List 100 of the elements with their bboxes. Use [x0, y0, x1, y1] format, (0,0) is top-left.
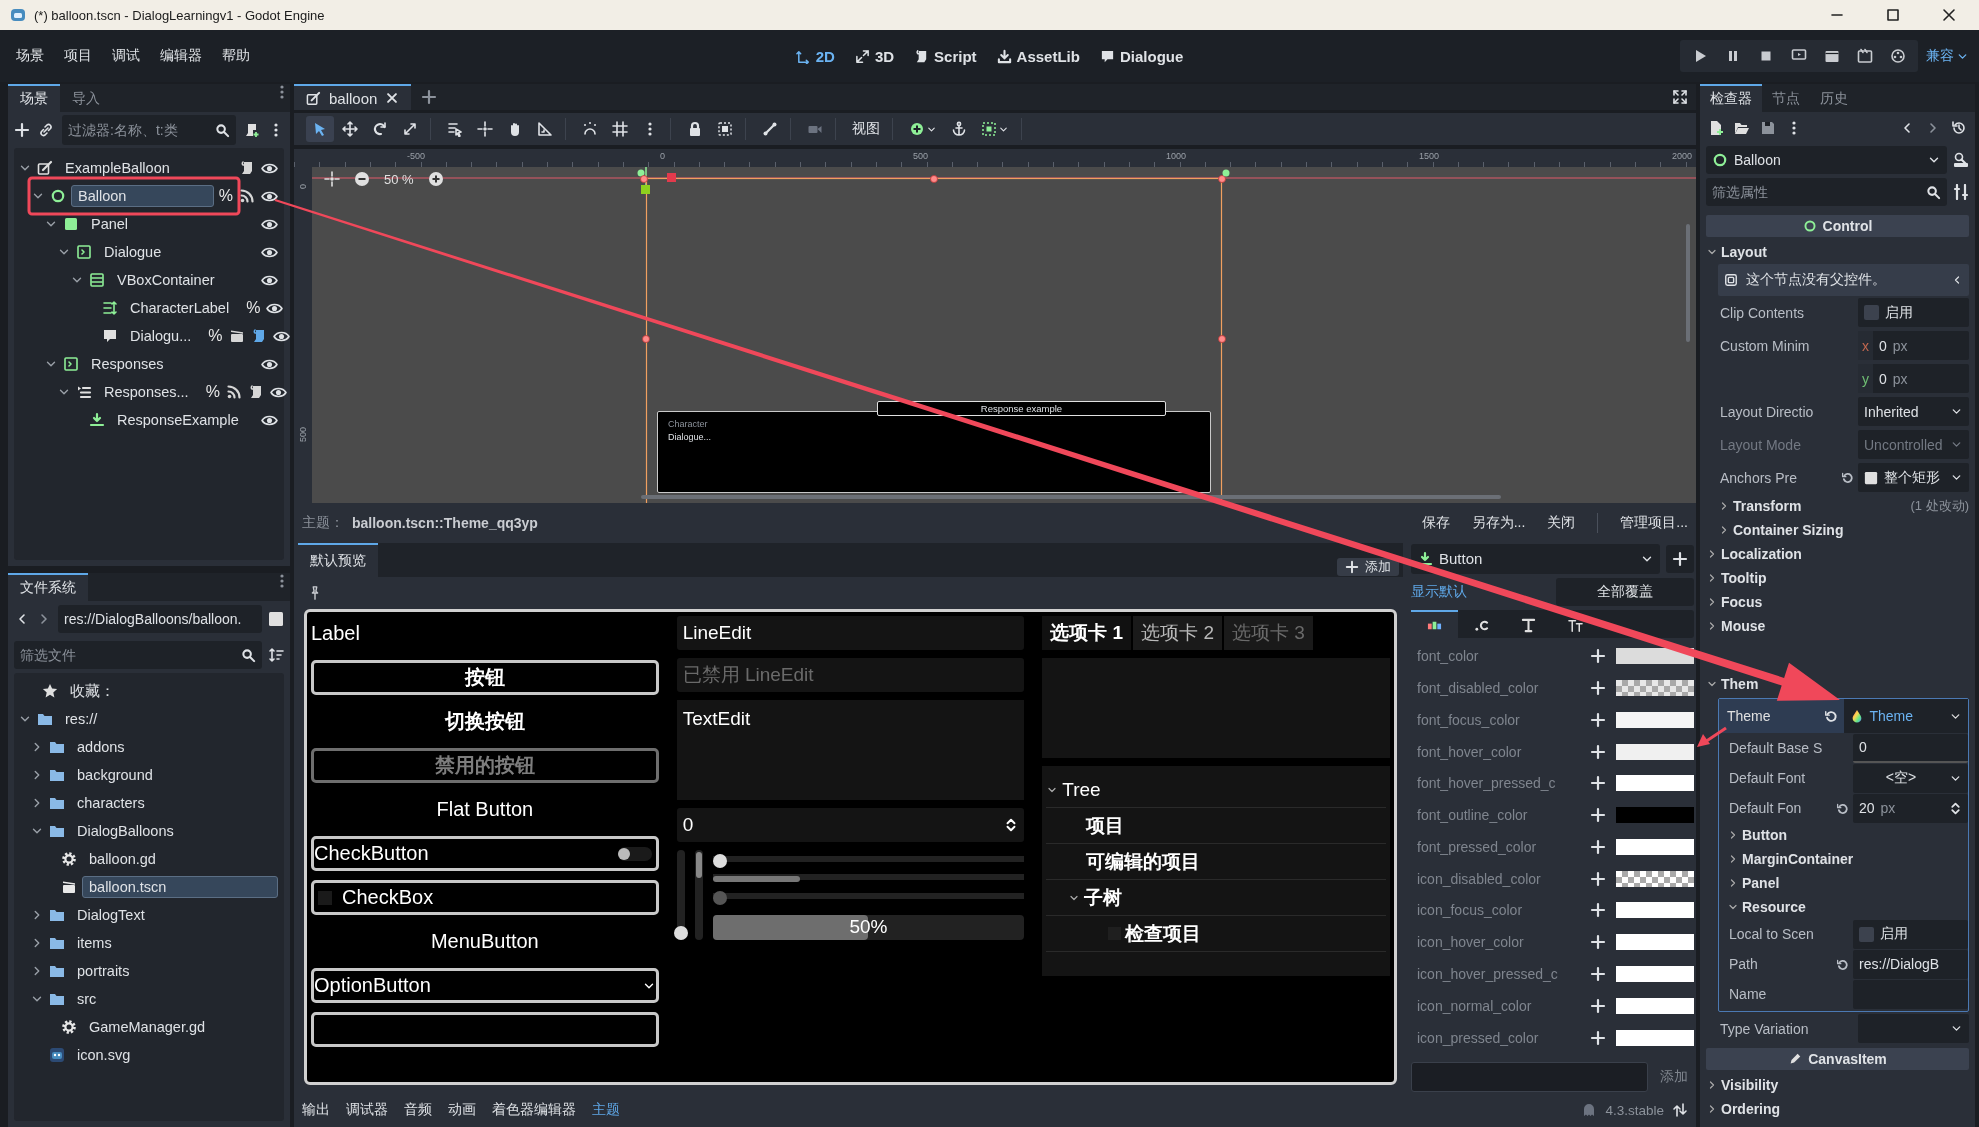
check-button[interactable]: CheckButton	[311, 836, 659, 871]
dock-tab[interactable]: 检查器	[1700, 84, 1762, 112]
preview-tab[interactable]: 默认预览	[298, 543, 378, 577]
add-preview-button[interactable]: 添加	[1337, 558, 1399, 576]
bottom-panel-tab[interactable]: 着色器编辑器	[492, 1101, 576, 1119]
unique-name-marker[interactable]: %	[218, 187, 233, 205]
node-label[interactable]: Dialogue	[97, 241, 169, 263]
section-header[interactable]: Container Sizing	[1706, 518, 1969, 542]
toolbar-link[interactable]: 保存	[1421, 514, 1450, 532]
workspace-button[interactable]: Script	[914, 47, 977, 65]
menu-item[interactable]: 帮助	[214, 43, 258, 69]
node-label[interactable]: Balloon	[71, 185, 214, 207]
bottom-panel-tab[interactable]: 调试器	[346, 1101, 388, 1119]
tree-item[interactable]: 子树	[1084, 884, 1123, 911]
bottom-panel-tab[interactable]: 音频	[404, 1101, 432, 1119]
unique-name-marker[interactable]: %	[208, 327, 223, 345]
section-header[interactable]: Localization	[1706, 542, 1802, 566]
number-field[interactable]: y 0 px	[1858, 364, 1969, 393]
section-header[interactable]: Tooltip	[1706, 566, 1767, 590]
tree-item[interactable]: 项目	[1086, 812, 1125, 839]
file-name[interactable]: src	[70, 988, 104, 1010]
dock-tab[interactable]: 场景	[8, 84, 60, 112]
menu-item[interactable]: 项目	[56, 43, 100, 69]
unique-name-marker[interactable]: %	[246, 299, 261, 317]
file-name[interactable]: DialogBalloons	[70, 820, 181, 842]
node-label[interactable]: Panel	[84, 213, 136, 235]
preview-tab[interactable]: 选项卡 1	[1042, 616, 1132, 650]
path-field[interactable]: res://DialogBalloons/balloon.	[58, 605, 262, 633]
dock-tab[interactable]: 文件系统	[8, 573, 88, 601]
dropdown[interactable]: <空>	[1853, 763, 1968, 793]
file-name[interactable]: balloon.gd	[82, 848, 163, 870]
option-button[interactable]: OptionButton	[311, 968, 659, 1003]
menu-item[interactable]: 编辑器	[152, 43, 210, 69]
preview-tab[interactable]: 选项卡 2	[1133, 616, 1223, 650]
section-header[interactable]: Ordering	[1706, 1097, 1781, 1121]
section-header[interactable]: Button	[1723, 823, 1968, 847]
line-edit[interactable]: LineEdit	[676, 616, 1025, 650]
file-name[interactable]: items	[70, 932, 119, 954]
preview-button[interactable]: 按钮	[311, 660, 659, 695]
node-label[interactable]: VBoxContainer	[110, 269, 222, 291]
toggle-button[interactable]: 切换按钮	[311, 704, 659, 739]
toolbar-link[interactable]: 关闭	[1547, 514, 1576, 532]
file-name[interactable]: balloon.tscn	[82, 876, 278, 898]
text-edit[interactable]: TextEdit	[676, 700, 1025, 800]
node-label[interactable]: Responses	[84, 353, 171, 375]
section-header[interactable]: Layout	[1706, 240, 1767, 264]
file-name[interactable]: icon.svg	[70, 1044, 138, 1066]
resource-picker[interactable]: Theme	[1843, 699, 1968, 733]
unique-name-marker[interactable]: %	[205, 383, 220, 401]
text-field[interactable]: res://DialogB	[1853, 949, 1968, 979]
node-label[interactable]: ExampleBalloon	[58, 157, 177, 179]
renderer-dropdown[interactable]: 兼容	[1924, 47, 1971, 65]
workspace-button[interactable]: Dialogue	[1099, 47, 1184, 65]
bottom-panel-tab[interactable]: 动画	[448, 1101, 476, 1119]
override-all-button[interactable]: 全部覆盖	[1555, 578, 1694, 607]
show-default-toggle[interactable]: 显示默认	[1411, 583, 1550, 602]
file-name[interactable]: portraits	[70, 960, 137, 982]
file-name[interactable]: addons	[70, 736, 132, 758]
file-name[interactable]: characters	[70, 792, 152, 814]
toolbar-link[interactable]: 管理项目...	[1620, 514, 1688, 532]
workspace-button[interactable]: 3D	[854, 47, 895, 65]
workspace-button[interactable]: 2D	[795, 47, 835, 65]
bottom-panel-tab[interactable]: 主题	[592, 1101, 620, 1119]
tree-item[interactable]: Tree	[1062, 778, 1101, 801]
node-label[interactable]: Responses...	[97, 381, 196, 403]
add-item-button[interactable]: 添加	[1654, 1068, 1694, 1087]
toolbar-link[interactable]: 另存为...	[1471, 514, 1526, 532]
workspace-button[interactable]: AssetLib	[996, 47, 1080, 65]
section-header[interactable]: Transform (1 处改动)	[1706, 494, 1969, 518]
node-label[interactable]: CharacterLabel	[123, 297, 237, 319]
number-field[interactable]: 20 px	[1853, 793, 1968, 823]
flat-button[interactable]: Flat Button	[311, 792, 659, 827]
menu-item[interactable]: 调试	[104, 43, 148, 69]
dock-tab[interactable]: 导入	[60, 84, 112, 112]
dock-tab[interactable]: 历史	[1810, 84, 1858, 112]
section-header[interactable]: Them	[1706, 672, 1759, 696]
checkbox[interactable]: 启用	[1853, 919, 1968, 949]
dropdown[interactable]: 整个矩形	[1858, 463, 1969, 492]
filter-field[interactable]: 过滤器:名称、t:类	[68, 115, 209, 145]
checkbox[interactable]: CheckBox	[311, 880, 659, 915]
favorites-label[interactable]: 收藏：	[63, 678, 122, 704]
number-field[interactable]: x 0 px	[1858, 331, 1969, 360]
type-dropdown[interactable]: Button	[1411, 543, 1660, 574]
section-header[interactable]: Resource	[1723, 895, 1968, 919]
node-label[interactable]: ResponseExample	[110, 409, 246, 431]
menu-button[interactable]: MenuButton	[311, 924, 659, 959]
section-header[interactable]: Focus	[1706, 590, 1763, 614]
bottom-panel-tab[interactable]: 输出	[302, 1101, 330, 1119]
number-field[interactable]: 0	[1853, 733, 1968, 763]
section-header[interactable]: MarginContainer	[1723, 847, 1968, 871]
tree-item[interactable]: 可编辑的项目	[1086, 848, 1201, 875]
file-name[interactable]: DialogText	[70, 904, 152, 926]
spin-box[interactable]: 0	[676, 808, 1025, 842]
response-button[interactable]: Response example	[877, 401, 1166, 416]
tree-item[interactable]: 检查项目	[1125, 920, 1202, 947]
node-label[interactable]: Dialogu...	[123, 325, 199, 347]
section-header[interactable]: Visibility	[1706, 1073, 1779, 1097]
file-name[interactable]: GameManager.gd	[82, 1016, 213, 1038]
zoom-level[interactable]: 50 %	[384, 171, 414, 187]
file-name[interactable]: background	[70, 764, 160, 786]
